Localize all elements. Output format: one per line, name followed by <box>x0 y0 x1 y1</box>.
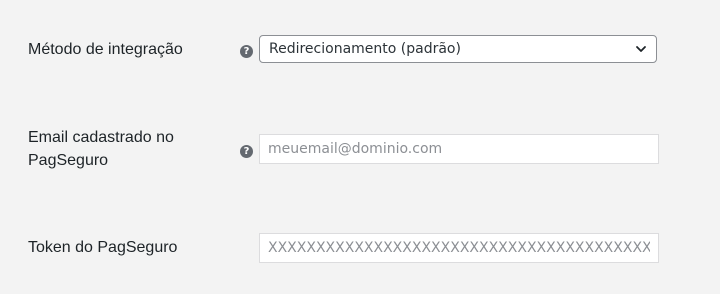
question-circle-icon[interactable]: ? <box>240 145 253 158</box>
question-circle-icon[interactable]: ? <box>240 45 253 58</box>
integration-method-select[interactable]: Redirecionamento (padrão) <box>259 35 657 63</box>
email-label-line2: PagSeguro <box>28 152 109 169</box>
chevron-down-icon <box>636 46 646 52</box>
integration-method-selected-value: Redirecionamento (padrão) <box>269 41 461 57</box>
settings-form: Método de integração ? Redirecionamento … <box>0 0 720 294</box>
integration-method-label: Método de integração <box>28 41 183 58</box>
email-label-line1: Email cadastrado no <box>28 129 174 146</box>
email-field[interactable] <box>259 134 659 164</box>
email-label: Email cadastrado no PagSeguro <box>28 126 208 172</box>
token-field[interactable] <box>259 233 659 263</box>
token-label: Token do PagSeguro <box>28 239 178 256</box>
